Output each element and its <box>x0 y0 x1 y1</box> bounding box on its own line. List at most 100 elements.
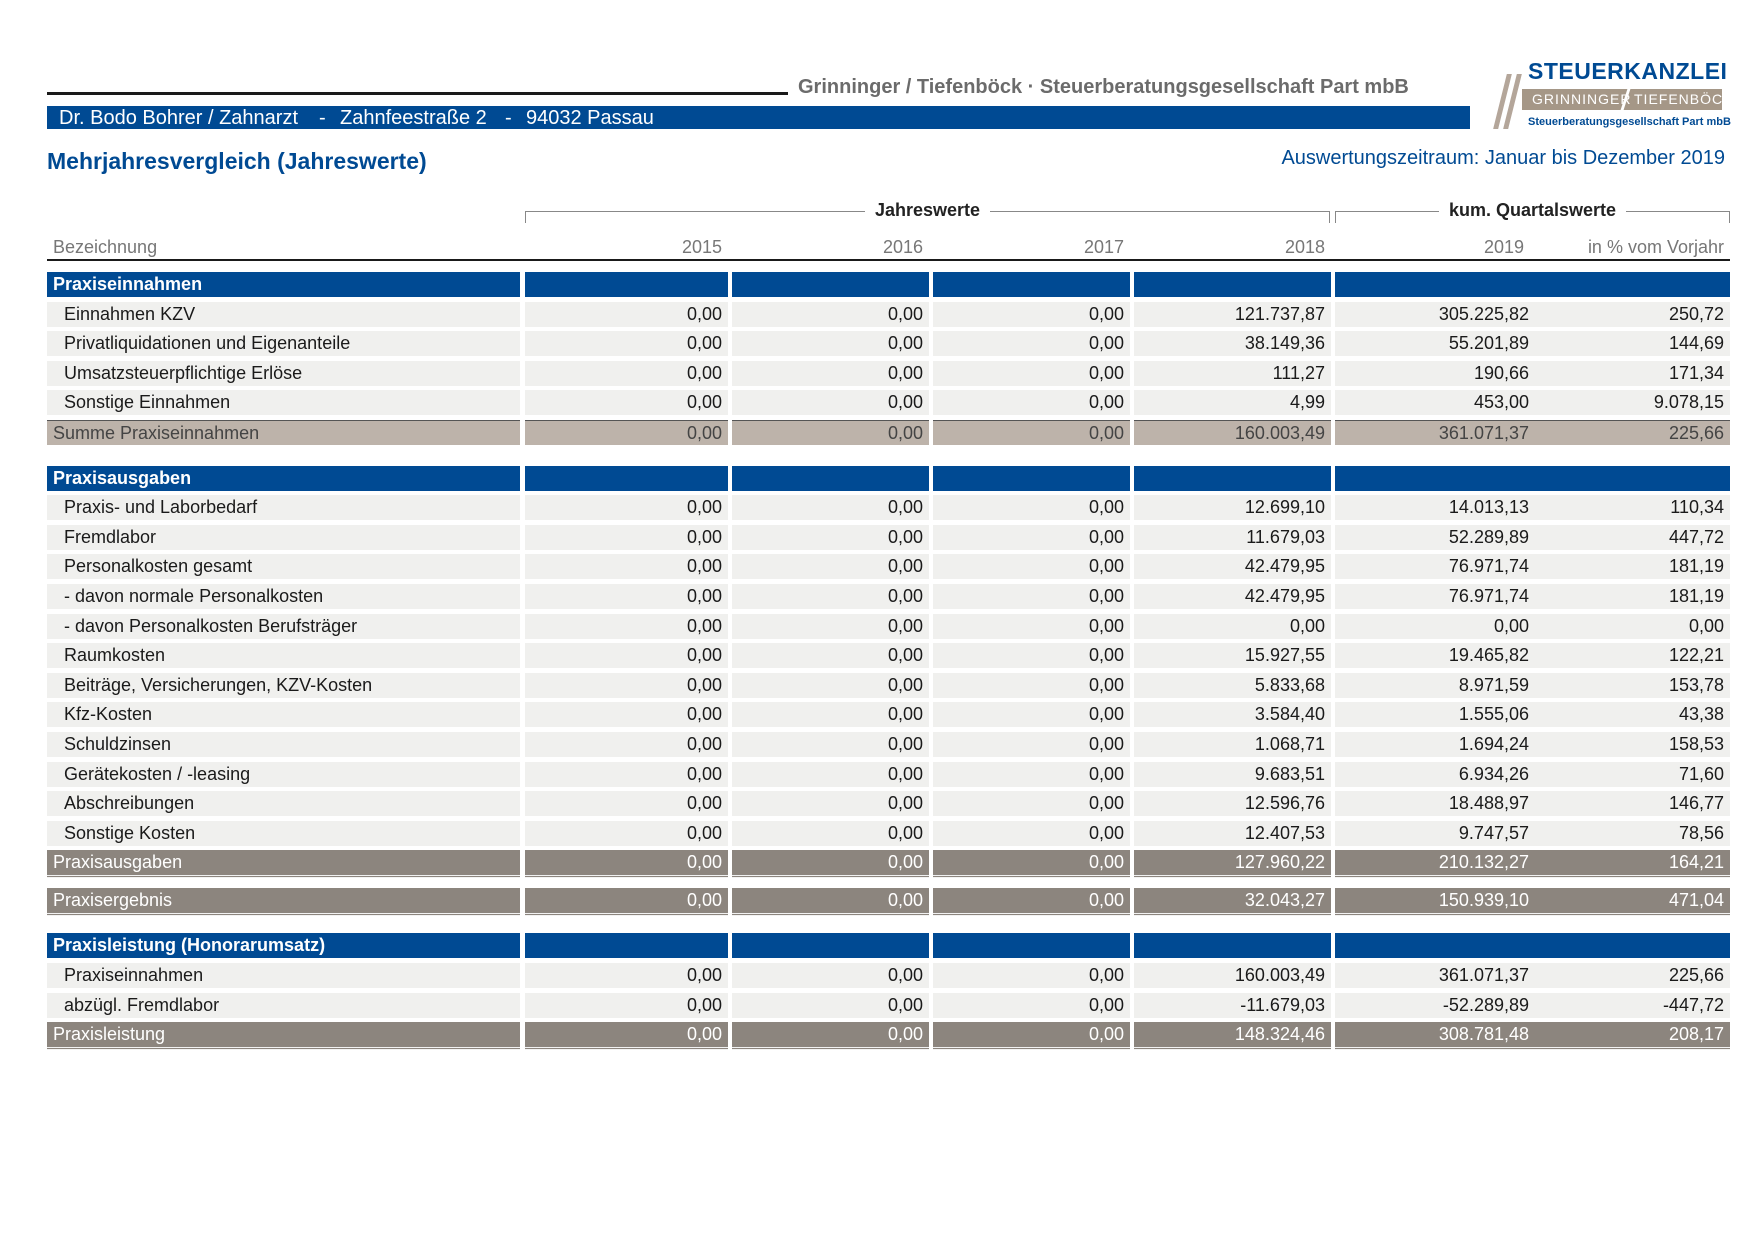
value-cell: 171,34 <box>1535 360 1730 386</box>
value-cell: 0,00 <box>732 887 929 916</box>
value-cell: 0,00 <box>1335 613 1535 639</box>
value-cell: 148.324,46 <box>1134 1022 1331 1051</box>
value-cell: 0,00 <box>732 820 929 846</box>
value-cell: 190,66 <box>1335 360 1535 386</box>
value-cell: 210.132,27 <box>1335 850 1535 879</box>
value-cell: 6.934,26 <box>1335 761 1535 787</box>
value-cell: -447,72 <box>1535 992 1730 1018</box>
value-cell: 3.584,40 <box>1134 702 1331 728</box>
value-cell <box>1134 465 1331 491</box>
value-cell <box>1335 465 1730 491</box>
row-label: Praxisleistung (Honorarumsatz) <box>47 933 520 959</box>
value-cell: 5.833,68 <box>1134 672 1331 698</box>
value-cell: 250,72 <box>1535 301 1730 327</box>
value-cell: 181,19 <box>1535 554 1730 580</box>
row-label: Sonstige Kosten <box>47 820 520 846</box>
value-cell: 0,00 <box>732 301 929 327</box>
table-row: Sonstige Einnahmen 0,00 0,00 0,00 4,99 453,00… <box>47 388 1730 418</box>
value-cell <box>1134 272 1331 297</box>
row-label: - davon Personalkosten Berufsträger <box>47 613 520 639</box>
client-bar: Dr. Bodo Bohrer / Zahnarzt - Zahnfeestra… <box>47 106 1470 129</box>
value-cell: 0,00 <box>525 360 728 386</box>
value-cell: 12.407,53 <box>1134 820 1331 846</box>
company-logo: STEUERKANZLEI GRINNINGER TIEFENBÖCK Steu… <box>1486 58 1732 136</box>
logo-band: GRINNINGER TIEFENBÖCK <box>1522 89 1732 110</box>
group-header-quarterly: kum. Quartalswerte <box>1335 200 1730 223</box>
table-row: abzügl. Fremdlabor 0,00 0,00 0,00 -11.679,03… <box>47 991 1730 1021</box>
value-cell <box>933 465 1130 491</box>
value-cell: 12.699,10 <box>1134 495 1331 521</box>
column-header-2016: 2016 <box>882 237 923 257</box>
row-label: Praxisergebnis <box>47 887 520 916</box>
value-cell: 361.071,37 <box>1335 963 1535 989</box>
table-row: Raumkosten 0,00 0,00 0,00 15.927,55 19.465,82… <box>47 641 1730 671</box>
group-label-annual: Jahreswerte <box>864 200 991 220</box>
firm-name: Grinninger / Tiefenböck · Steuerberatung… <box>798 76 1409 98</box>
value-cell: 0,00 <box>933 301 1130 327</box>
table-row: Schuldzinsen 0,00 0,00 0,00 1.068,71 1.694,24… <box>47 730 1730 760</box>
value-cell: 0,00 <box>933 992 1130 1018</box>
value-cell: 0,00 <box>933 495 1130 521</box>
value-cell: 1.068,71 <box>1134 731 1331 757</box>
value-cell: 0,00 <box>525 672 728 698</box>
value-cell: 308.781,48 <box>1335 1022 1535 1051</box>
row-label: abzügl. Fremdlabor <box>47 992 520 1018</box>
row-label: Gerätekosten / -leasing <box>47 761 520 787</box>
value-cell: 0,00 <box>525 1022 728 1051</box>
group-label-quarterly: kum. Quartalswerte <box>1438 200 1627 220</box>
value-cell: 38.149,36 <box>1134 331 1331 357</box>
value-cell: 0,00 <box>732 672 929 698</box>
value-cell: 146,77 <box>1535 791 1730 817</box>
row-spacer <box>47 915 1730 931</box>
table-row: Sonstige Kosten 0,00 0,00 0,00 12.407,53 9.74… <box>47 819 1730 849</box>
client-separator: - <box>319 107 326 129</box>
group-header-annual: Jahreswerte <box>525 200 1330 223</box>
value-cell: 0,00 <box>525 419 728 445</box>
value-cell: 0,00 <box>933 331 1130 357</box>
value-cell: 0,00 <box>933 554 1130 580</box>
value-cell: 0,00 <box>732 419 929 445</box>
section-header-row: Praxisleistung (Honorarumsatz) <box>47 931 1730 961</box>
value-cell: 0,00 <box>933 419 1130 445</box>
table-row: Privatliquidationen und Eigenanteile 0,00… <box>47 329 1730 359</box>
value-cell: 0,00 <box>933 613 1130 639</box>
table-row: Praxis- und Laborbedarf 0,00 0,00 0,00 12.69… <box>47 493 1730 523</box>
value-cell: 0,00 <box>933 731 1130 757</box>
row-label: Kfz-Kosten <box>47 702 520 728</box>
row-label: Fremdlabor <box>47 524 520 550</box>
value-cell: 0,00 <box>732 643 929 669</box>
value-cell: 0,00 <box>933 702 1130 728</box>
value-cell <box>525 465 728 491</box>
value-cell: 0,00 <box>933 583 1130 609</box>
value-cell: 0,00 <box>525 761 728 787</box>
subtotal-row: Praxisergebnis 0,00 0,00 0,00 32.043,27 150.9… <box>47 886 1730 916</box>
header-underline <box>47 259 1730 261</box>
comparison-table: Praxiseinnahmen Einnahmen KZV 0,00 0,00 0,00… <box>47 270 1730 1051</box>
logo-band-left: GRINNINGER <box>1532 91 1632 107</box>
value-cell: 9.078,15 <box>1535 390 1730 416</box>
value-cell: 0,00 <box>732 761 929 787</box>
row-label: Raumkosten <box>47 643 520 669</box>
value-cell: 181,19 <box>1535 583 1730 609</box>
value-cell: 0,00 <box>525 643 728 669</box>
value-cell: 0,00 <box>525 524 728 550</box>
value-cell: 0,00 <box>732 331 929 357</box>
value-cell: 0,00 <box>732 554 929 580</box>
value-cell: 0,00 <box>933 963 1130 989</box>
value-cell: 0,00 <box>525 963 728 989</box>
value-cell: 0,00 <box>525 331 728 357</box>
value-cell: 0,00 <box>525 731 728 757</box>
value-cell: 4,99 <box>1134 390 1331 416</box>
row-spacer <box>47 448 1730 464</box>
value-cell: 208,17 <box>1535 1022 1730 1051</box>
value-cell: 15.927,55 <box>1134 643 1331 669</box>
table-row: Kfz-Kosten 0,00 0,00 0,00 3.584,40 1.555,06 43… <box>47 700 1730 730</box>
value-cell <box>732 933 929 959</box>
value-cell: 0,00 <box>933 820 1130 846</box>
row-label: Sonstige Einnahmen <box>47 390 520 416</box>
value-cell: 121.737,87 <box>1134 301 1331 327</box>
value-cell <box>1134 933 1331 959</box>
value-cell: -11.679,03 <box>1134 992 1331 1018</box>
value-cell: 0,00 <box>732 963 929 989</box>
value-cell: 0,00 <box>933 390 1130 416</box>
